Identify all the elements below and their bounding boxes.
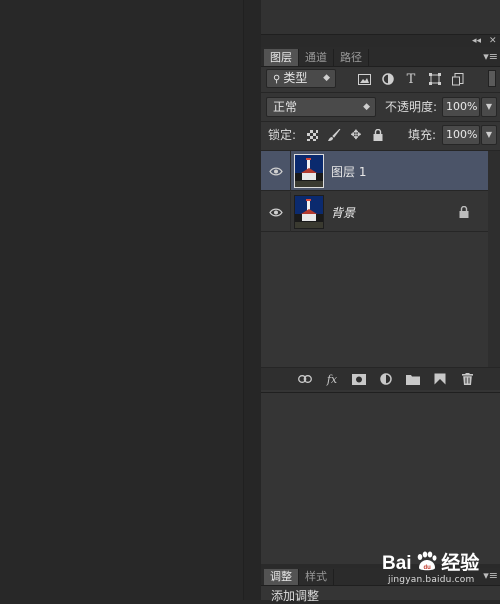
layer-name[interactable]: 背景 xyxy=(331,204,355,221)
type-filter-icon[interactable]: T xyxy=(404,72,418,87)
tab-paths[interactable]: 路径 xyxy=(334,49,369,66)
lock-pixels-brush-icon[interactable] xyxy=(327,128,341,142)
layer-lock-icon xyxy=(457,205,471,219)
layers-tabbar: 图层 通道 路径 ▾≡ xyxy=(261,47,500,67)
panel-dock-divider[interactable] xyxy=(243,0,263,600)
smart-object-filter-icon[interactable] xyxy=(451,72,465,86)
lock-position-move-icon[interactable]: ✥ xyxy=(349,128,363,143)
delete-layer-icon[interactable] xyxy=(459,372,475,386)
visibility-eye-icon[interactable] xyxy=(261,192,291,232)
opacity-label: 不透明度: xyxy=(385,100,438,114)
panel-header-bar: ◂◂ ✕ xyxy=(261,35,500,47)
tab-adjustments[interactable]: 调整 xyxy=(264,569,299,585)
search-icon: ⚲ xyxy=(273,74,281,85)
layer-name[interactable]: 图层 1 xyxy=(331,163,366,180)
filter-kind-select[interactable]: ⚲ 类型 ◆ xyxy=(266,69,336,88)
layers-list: 图层 1 背景 xyxy=(261,151,488,367)
image-filter-icon[interactable] xyxy=(357,72,371,86)
baidu-watermark: Bai du 经验 jingyan.baidu.com xyxy=(382,544,500,600)
add-adjustment-label: 添加调整 xyxy=(271,589,320,603)
opacity-dropdown-icon[interactable]: ▼ xyxy=(481,97,497,117)
watermark-brand-left: Bai xyxy=(382,553,412,574)
layer-mask-icon[interactable] xyxy=(351,372,367,386)
tab-layers[interactable]: 图层 xyxy=(264,49,299,66)
shape-filter-icon[interactable] xyxy=(428,72,442,86)
layer-row-layer1[interactable]: 图层 1 xyxy=(261,151,488,191)
opacity-input[interactable]: 100% xyxy=(442,97,480,117)
canvas-area[interactable] xyxy=(0,0,243,600)
tab-styles[interactable]: 样式 xyxy=(299,569,334,585)
filter-kind-label: 类型 xyxy=(283,71,308,85)
lower-empty-panel xyxy=(261,392,500,565)
fx-icon[interactable]: fx xyxy=(324,372,340,386)
upper-panel-area xyxy=(261,0,500,35)
new-layer-icon[interactable] xyxy=(432,372,448,386)
panel-menu-icon[interactable]: ▾≡ xyxy=(483,50,498,63)
adjustment-filter-icon[interactable] xyxy=(381,72,395,86)
layer-row-background[interactable]: 背景 xyxy=(261,192,488,232)
resize-grip-icon[interactable] xyxy=(371,387,391,397)
layer-thumbnail xyxy=(294,154,324,188)
updown-caret-icon: ◆ xyxy=(323,73,330,83)
adjustment-layer-icon[interactable] xyxy=(378,372,394,386)
fill-label: 填充: xyxy=(408,128,437,142)
panel-dock: ◂◂ ✕ 图层 通道 路径 ▾≡ ⚲ 类型 ◆ T 正常 ◆ 不透明度: 100%… xyxy=(261,0,500,603)
layers-scrollbar[interactable] xyxy=(488,151,500,367)
layer-thumbnail xyxy=(294,195,324,229)
separator xyxy=(261,121,500,122)
visibility-eye-icon[interactable] xyxy=(261,151,291,191)
lock-transparency-icon[interactable] xyxy=(305,128,319,142)
tab-channels[interactable]: 通道 xyxy=(299,49,334,66)
watermark-brand-right: 经验 xyxy=(441,553,480,574)
lock-all-icon[interactable] xyxy=(371,128,385,142)
blend-mode-value: 正常 xyxy=(273,100,298,114)
watermark-url: jingyan.baidu.com xyxy=(388,575,475,585)
fill-input[interactable]: 100% xyxy=(442,125,480,145)
svg-text:du: du xyxy=(424,565,432,571)
close-panel-icon[interactable]: ✕ xyxy=(489,35,497,47)
new-group-icon[interactable] xyxy=(405,372,421,386)
fill-dropdown-icon[interactable]: ▼ xyxy=(481,125,497,145)
separator xyxy=(261,92,500,93)
link-layers-icon[interactable] xyxy=(297,372,313,386)
filter-toggle-switch[interactable] xyxy=(488,70,496,87)
blend-mode-select[interactable]: 正常 ◆ xyxy=(266,97,376,117)
lock-label: 锁定: xyxy=(268,128,297,142)
collapse-panels-icon[interactable]: ◂◂ xyxy=(472,35,481,47)
updown-caret-icon: ◆ xyxy=(363,102,370,112)
paw-logo-icon: du xyxy=(415,551,437,574)
